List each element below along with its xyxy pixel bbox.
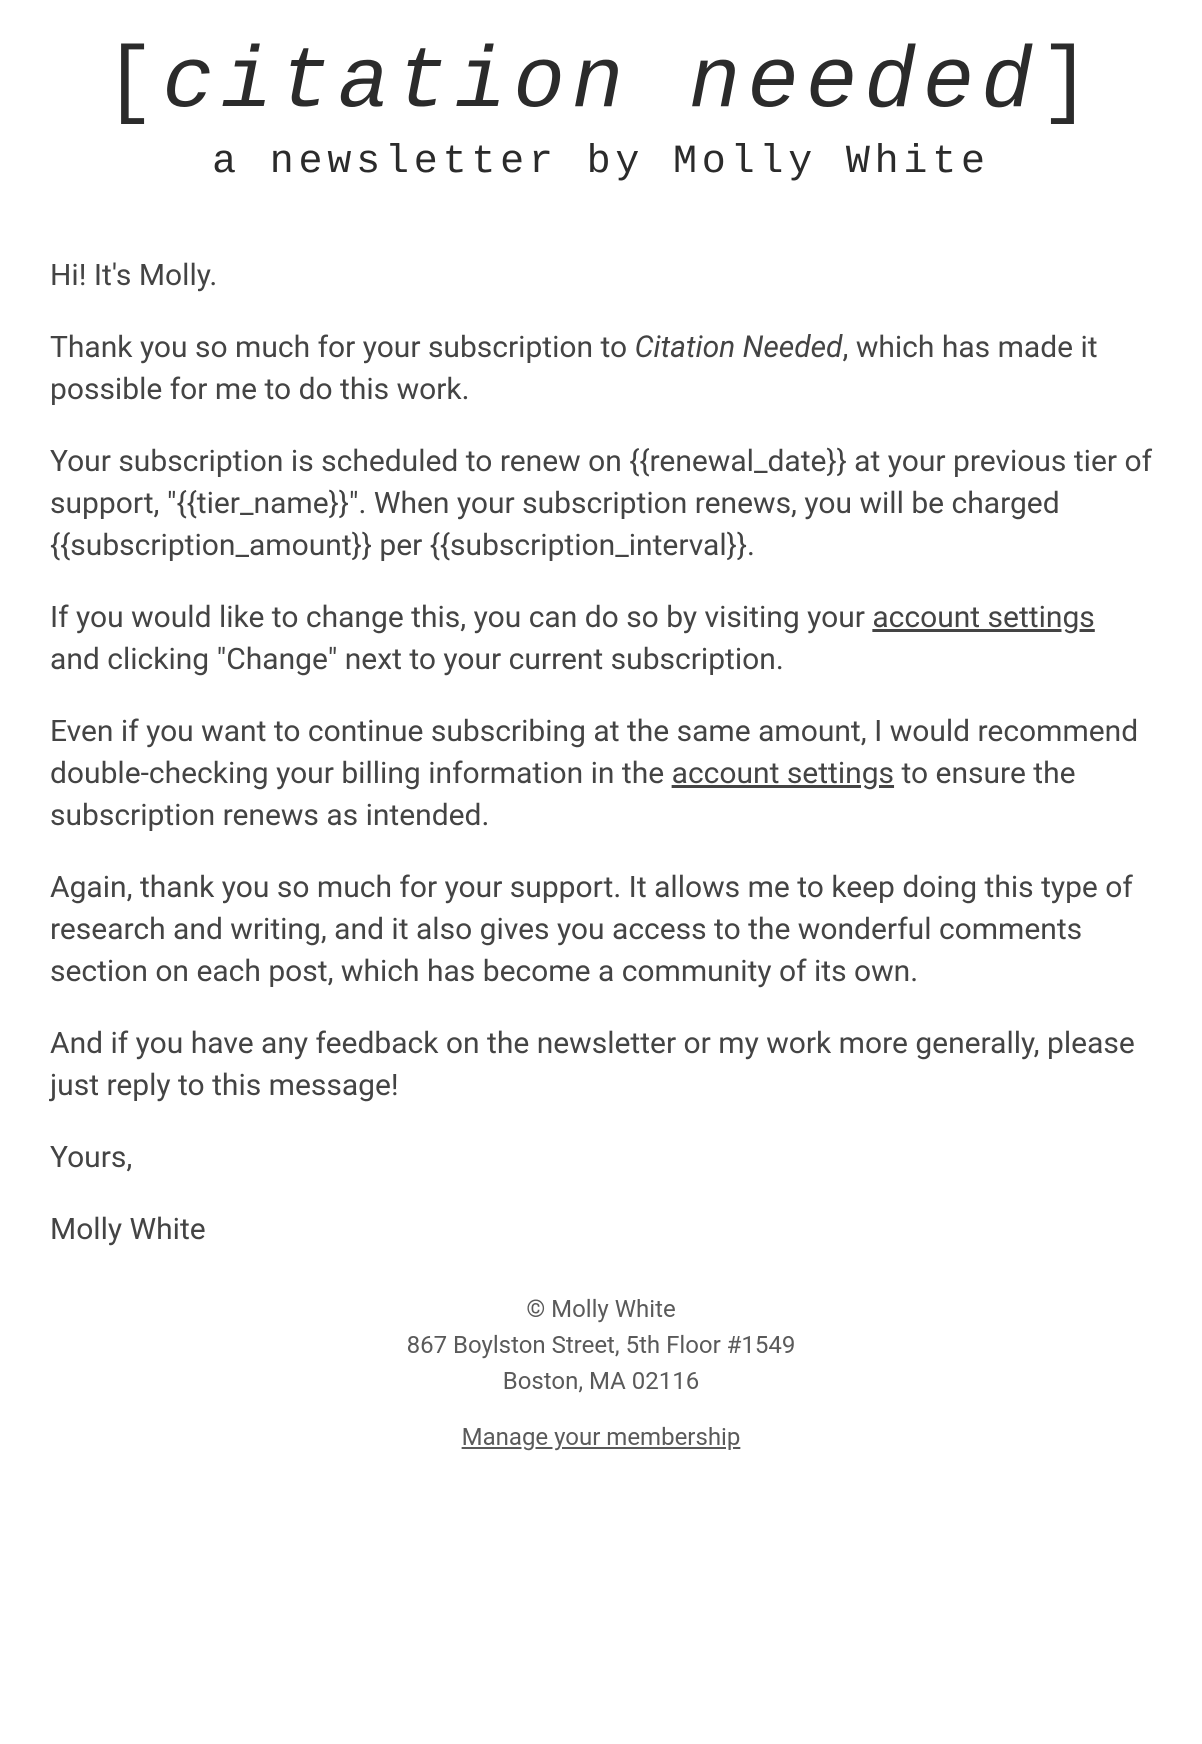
newsletter-header: [citation needed] a newsletter by Molly … (50, 40, 1152, 185)
thanks-again-paragraph: Again, thank you so much for your suppor… (50, 867, 1152, 993)
renewal-info-paragraph: Your subscription is scheduled to renew … (50, 441, 1152, 567)
manage-membership-link[interactable]: Manage your membership (462, 1423, 741, 1451)
footer-address-block: © Molly White 867 Boylston Street, 5th F… (50, 1291, 1152, 1399)
thank-you-paragraph: Thank you so much for your subscription … (50, 327, 1152, 411)
footer-address-line2: Boston, MA 02116 (50, 1363, 1152, 1399)
account-settings-link-2[interactable]: account settings (672, 756, 894, 791)
email-body: Hi! It's Molly. Thank you so much for yo… (50, 255, 1152, 1251)
p3-pre: If you would like to change this, you ca… (50, 600, 872, 635)
newsletter-subtitle: a newsletter by Molly White (50, 140, 1152, 185)
footer-manage-block: Manage your membership (50, 1419, 1152, 1455)
email-footer: © Molly White 867 Boylston Street, 5th F… (50, 1291, 1152, 1455)
feedback-paragraph: And if you have any feedback on the news… (50, 1023, 1152, 1107)
signoff-yours: Yours, (50, 1137, 1152, 1179)
newsletter-title: [citation needed] (50, 40, 1152, 126)
account-settings-link[interactable]: account settings (872, 600, 1094, 635)
greeting: Hi! It's Molly. (50, 255, 1152, 297)
p3-post: and clicking "Change" next to your curre… (50, 642, 784, 677)
p1-pre: Thank you so much for your subscription … (50, 330, 635, 365)
newsletter-title-text: citation needed (162, 34, 1039, 132)
change-subscription-paragraph: If you would like to change this, you ca… (50, 597, 1152, 681)
footer-address-line1: 867 Boylston Street, 5th Floor #1549 (50, 1327, 1152, 1363)
billing-check-paragraph: Even if you want to continue subscribing… (50, 711, 1152, 837)
publication-name: Citation Needed (635, 330, 843, 365)
footer-copyright: © Molly White (50, 1291, 1152, 1327)
signoff-name: Molly White (50, 1209, 1152, 1251)
